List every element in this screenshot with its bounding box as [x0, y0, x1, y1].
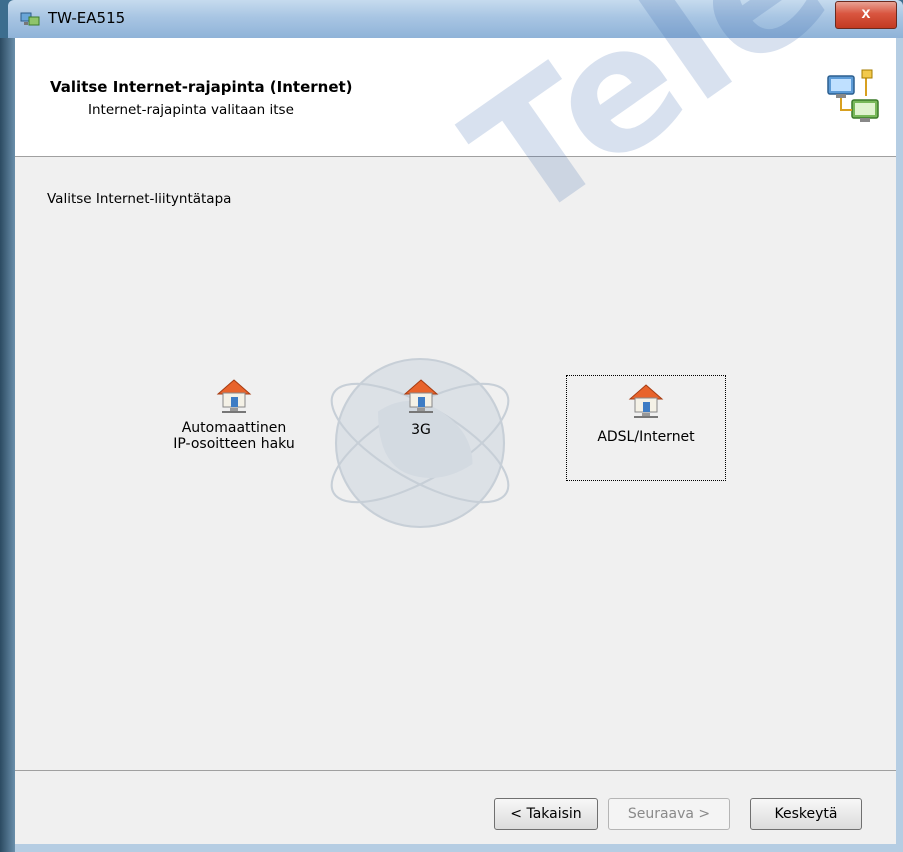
title-bar[interactable]: TW-EA515 x	[8, 0, 903, 38]
connection-prompt: Valitse Internet-liityntätapa	[47, 191, 232, 207]
network-computers-icon	[827, 69, 879, 122]
option-label-line1: ADSL/Internet	[597, 429, 695, 445]
house-network-icon	[216, 379, 252, 413]
close-button[interactable]: x	[835, 1, 897, 29]
option-adsl-internet[interactable]: ADSL/Internet	[566, 375, 726, 481]
window-left-frame	[0, 38, 15, 852]
house-network-icon	[628, 384, 664, 418]
option-label-line1: Automaattinen	[181, 420, 287, 436]
house-network-icon	[403, 379, 439, 413]
option-automatic-ip[interactable]: Automaattinen IP-osoitteen haku	[169, 378, 299, 452]
back-button[interactable]: < Takaisin	[494, 798, 598, 830]
option-label-line1: 3G	[411, 422, 431, 438]
window-bottom-frame	[15, 844, 903, 852]
page-title: Valitse Internet-rajapinta (Internet)	[50, 78, 353, 96]
installer-window: TW-EA515 x Valitse Internet-rajapinta (I…	[0, 0, 903, 852]
cancel-button[interactable]: Keskeytä	[750, 798, 862, 830]
window-title: TW-EA515	[48, 9, 126, 27]
globe-background-icon	[330, 357, 510, 529]
next-button[interactable]: Seuraava >	[608, 798, 730, 830]
wizard-header: Valitse Internet-rajapinta (Internet) In…	[15, 38, 896, 157]
option-label-line2: IP-osoitteen haku	[173, 436, 295, 452]
page-subtitle: Internet-rajapinta valitaan itse	[88, 102, 294, 118]
wizard-client-area: Valitse Internet-rajapinta (Internet) In…	[15, 0, 903, 844]
app-network-icon	[20, 12, 40, 26]
close-icon: x	[861, 5, 871, 22]
option-3g[interactable]: 3G	[371, 378, 471, 438]
window-right-frame	[896, 38, 903, 852]
footer-divider	[15, 770, 896, 771]
